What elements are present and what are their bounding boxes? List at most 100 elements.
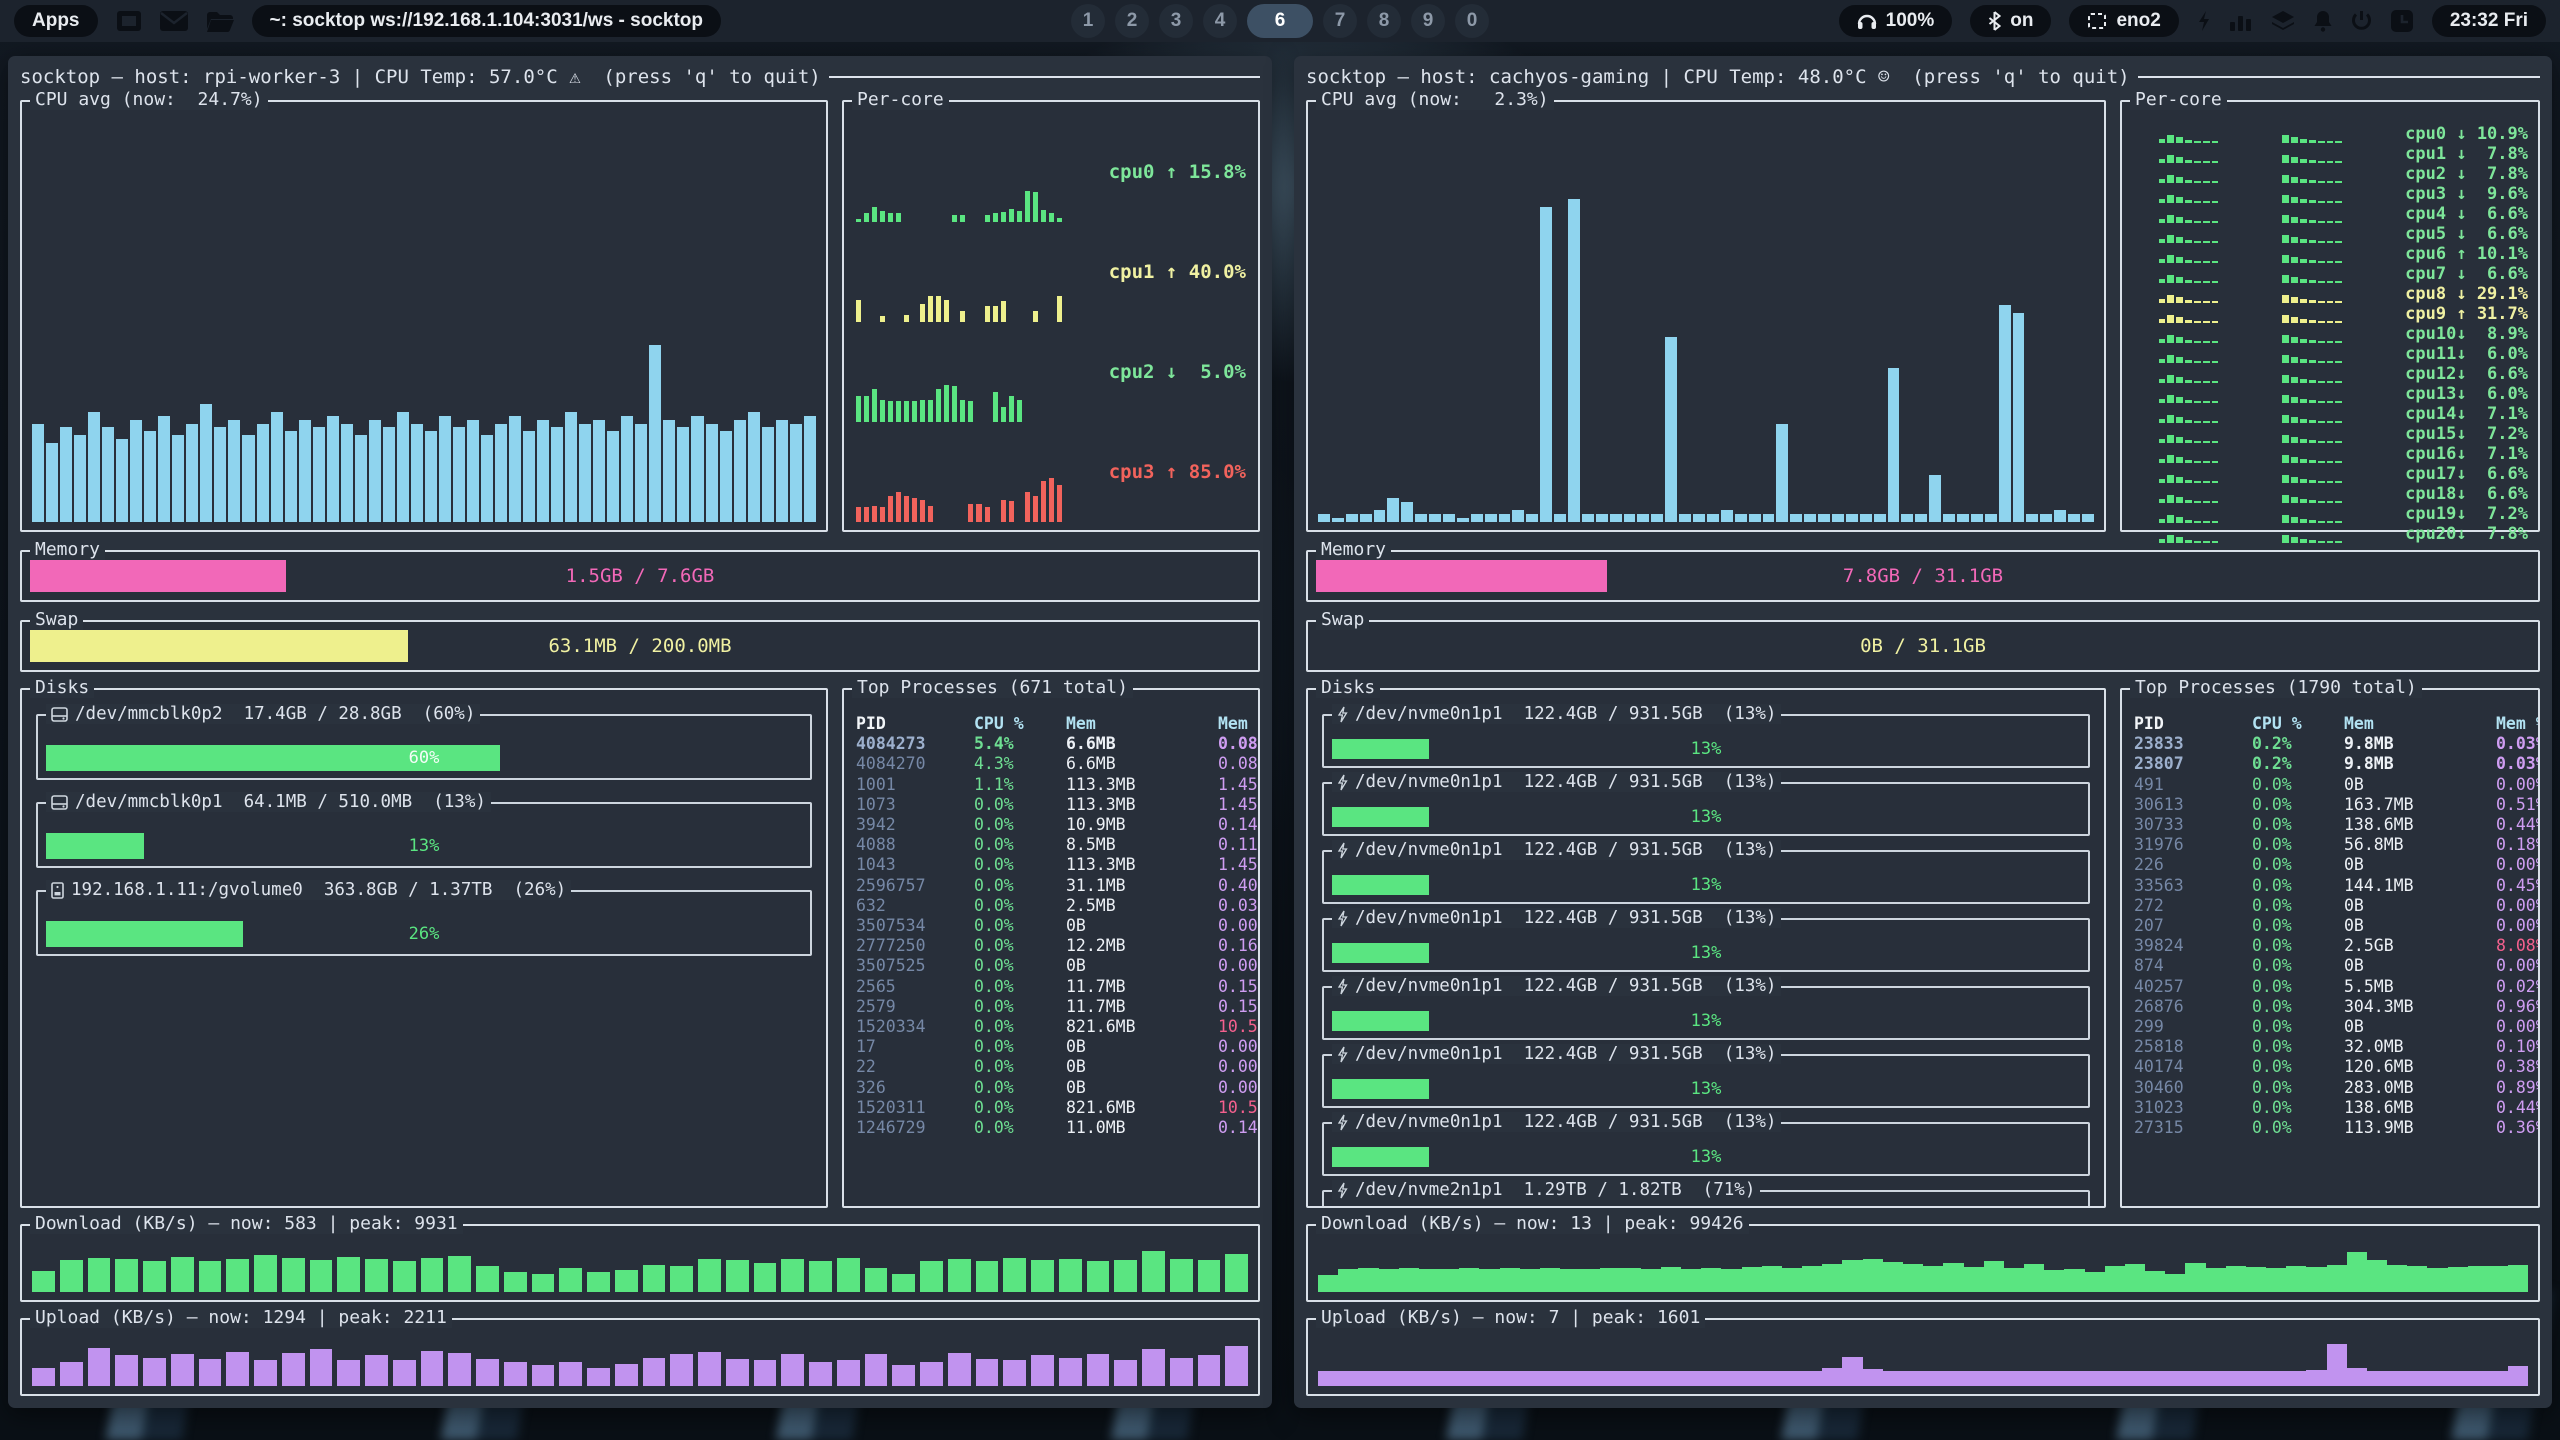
- disks-box-title: Disks: [1316, 678, 1380, 698]
- disk-usage-bar-track: 13%: [46, 833, 802, 859]
- chart-bar: [2309, 140, 2316, 142]
- chart-bar: [1318, 1275, 1338, 1292]
- chart-bar: [1198, 1260, 1221, 1292]
- chart-bar: [2176, 237, 2183, 242]
- percore-sparkline-chart: [856, 148, 1062, 222]
- volume-indicator[interactable]: 100%: [1839, 5, 1953, 37]
- chart-bar: [2212, 421, 2219, 422]
- chart-bar: [341, 424, 353, 523]
- chart-bar: [2176, 517, 2183, 522]
- chart-bar: [425, 431, 437, 522]
- chart-bar: [171, 1257, 194, 1292]
- process-mem: 0B: [1066, 1057, 1218, 1077]
- chart-bar: [1943, 1263, 1963, 1292]
- chart-bar: [551, 427, 563, 522]
- process-mem-percent: 8.08%: [2496, 936, 2538, 956]
- process-mem-percent: 0.38%: [2496, 1057, 2538, 1077]
- process-cpu-percent: 0.0%: [2252, 815, 2344, 835]
- chart-bar: [2309, 440, 2316, 442]
- chart-bar: [1318, 1371, 1338, 1386]
- process-pid: 40257: [2134, 977, 2252, 997]
- chart-bar: [439, 416, 451, 522]
- process-row: 10011.1%113.3MB1.45%: [856, 775, 1246, 795]
- terminal-window-left[interactable]: socktop — host: rpi-worker-3 | CPU Temp:…: [8, 56, 1272, 1408]
- workspace-button-4[interactable]: 4: [1203, 4, 1237, 38]
- chart-bar: [1009, 501, 1014, 522]
- disk-item-label: 192.168.1.11:/gvolume0 363.8GB / 1.37TB …: [71, 880, 566, 900]
- clock[interactable]: 23:32 Fri: [2432, 5, 2546, 37]
- chart-bar: [2246, 1267, 2266, 1292]
- terminal-window-right[interactable]: socktop — host: cachyos-gaming | CPU Tem…: [1294, 56, 2552, 1408]
- process-cpu-percent: 0.0%: [2252, 997, 2344, 1017]
- power-icon[interactable]: [2351, 10, 2372, 32]
- chart-bar: [2508, 1265, 2528, 1292]
- bluetooth-indicator[interactable]: on: [1970, 5, 2051, 37]
- chart-bar: [993, 392, 998, 422]
- percore-row: cpu0 ↑ 15.8%: [856, 122, 1246, 222]
- chart-bar: [2335, 441, 2342, 442]
- apps-button[interactable]: Apps: [14, 5, 98, 37]
- chart-bar: [2282, 135, 2289, 142]
- activity-monitor-icon[interactable]: [2390, 9, 2414, 33]
- percore-row: cpu9 ↑ 31.7%: [2132, 304, 2528, 324]
- folder-icon[interactable]: [206, 11, 234, 32]
- percore-sparkline-chart: [2132, 266, 2360, 283]
- mail-icon[interactable]: [160, 11, 188, 31]
- chart-bar: [1001, 301, 1006, 322]
- chart-bar: [199, 1359, 222, 1386]
- chart-bar: [2335, 181, 2342, 182]
- process-pid: 30733: [2134, 815, 2252, 835]
- network-indicator[interactable]: eno2: [2069, 5, 2178, 37]
- process-pid: 4084273: [856, 734, 974, 754]
- process-mem: 9.8MB: [2344, 754, 2496, 774]
- percore-sparkline-chart: [856, 448, 1062, 522]
- chart-bar: [2335, 541, 2342, 542]
- percore-row: cpu13↓ 6.0%: [2132, 384, 2528, 404]
- chart-bar: [643, 1265, 666, 1292]
- chart-bar: [734, 420, 746, 522]
- percore-sparkline-chart: [2132, 166, 2360, 183]
- process-pid: 632: [856, 896, 974, 916]
- window-icon[interactable]: [116, 10, 142, 32]
- disk-list: /dev/mmcblk0p2 17.4GB / 28.8GB (60%)60%/…: [22, 690, 826, 1206]
- chart-bar: [2282, 495, 2289, 502]
- chart-bar: [2335, 461, 2342, 462]
- chart-bar: [1225, 1346, 1248, 1386]
- chart-bar: [2194, 381, 2201, 383]
- percore-sparkline-chart: [2132, 346, 2360, 363]
- workspace-button-2[interactable]: 2: [1115, 4, 1149, 38]
- chart-bar: [892, 1274, 915, 1292]
- audio-levels-icon[interactable]: [2229, 10, 2253, 32]
- layers-icon[interactable]: [2271, 10, 2295, 32]
- workspace-button-1[interactable]: 1: [1071, 4, 1105, 38]
- process-pid: 2596757: [856, 876, 974, 896]
- notifications-bell-icon[interactable]: [2313, 10, 2333, 32]
- chart-bar: [2318, 261, 2325, 263]
- chart-bar: [1001, 407, 1006, 422]
- chart-bar: [2176, 477, 2183, 482]
- chart-bar: [2044, 1371, 2064, 1386]
- chart-bar: [1009, 396, 1014, 422]
- chart-bar: [1142, 1251, 1165, 1292]
- process-mem: 11.7MB: [1066, 977, 1218, 997]
- chart-bar: [663, 420, 675, 522]
- percore-box-title-text: Per-core: [2135, 90, 2222, 110]
- power-profile-icon[interactable]: [2197, 10, 2211, 32]
- focused-window-title[interactable]: ~: socktop ws://192.168.1.104:3031/ws - …: [252, 5, 722, 37]
- percore-sparkline: [2132, 466, 2360, 483]
- chart-bar: [2176, 297, 2183, 302]
- chart-bar: [912, 401, 917, 422]
- chart-bar: [1610, 514, 1622, 522]
- chart-bar: [2194, 241, 2201, 243]
- workspace-button-8[interactable]: 8: [1367, 4, 1401, 38]
- swap-box-title: Swap: [30, 610, 83, 630]
- workspace-button-3[interactable]: 3: [1159, 4, 1193, 38]
- process-mem-percent: 0.03%: [2496, 754, 2538, 774]
- workspace-button-7[interactable]: 7: [1323, 4, 1357, 38]
- workspace-button-6[interactable]: 6: [1247, 4, 1313, 38]
- chart-bar: [2212, 261, 2219, 262]
- workspace-button-9[interactable]: 9: [1411, 4, 1445, 38]
- percore-label: cpu12↓ 6.6%: [2368, 364, 2528, 384]
- workspace-button-0[interactable]: 0: [1455, 4, 1489, 38]
- chart-bar: [1929, 475, 1941, 522]
